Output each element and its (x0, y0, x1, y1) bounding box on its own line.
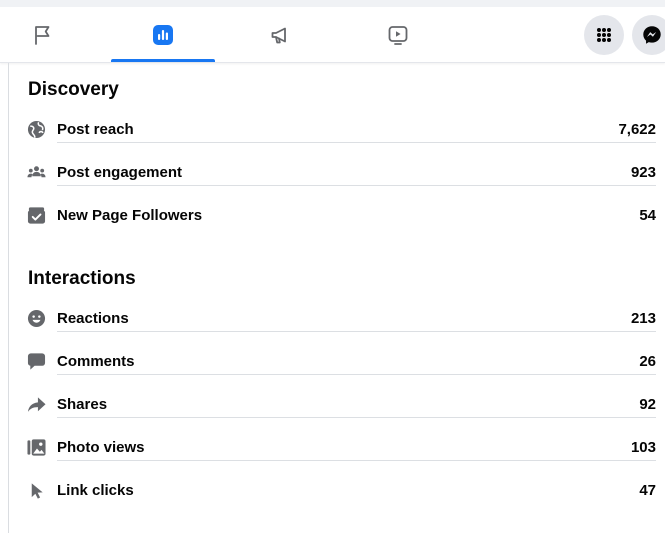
tab-ads[interactable] (229, 7, 333, 62)
row-label: Comments (57, 353, 135, 370)
interactions-title: Interactions (28, 268, 136, 289)
divider (57, 374, 656, 375)
flag-icon (35, 25, 50, 45)
divider (57, 185, 656, 186)
row-label: Reactions (57, 310, 129, 327)
share-arrow-icon (26, 394, 46, 414)
menu-button[interactable] (584, 15, 624, 55)
row-value: 7,622 (618, 121, 656, 138)
row-comments[interactable]: Comments 26 (26, 342, 656, 385)
grid-menu-icon (597, 28, 611, 42)
row-post-reach[interactable]: Post reach 7,622 (26, 110, 656, 153)
row-label: Post engagement (57, 164, 183, 181)
tab-video[interactable] (346, 7, 450, 62)
bar-chart-icon (153, 24, 173, 45)
divider (57, 331, 656, 332)
row-reactions[interactable]: Reactions 213 (26, 299, 656, 342)
row-label: Link clicks (57, 482, 134, 499)
messenger-button[interactable] (632, 15, 665, 55)
row-shares[interactable]: Shares 92 (26, 385, 656, 428)
row-label: Photo views (57, 439, 145, 456)
tab-insights[interactable] (111, 7, 215, 62)
row-value: 26 (639, 353, 656, 370)
row-label: Shares (57, 396, 108, 413)
photo-icon (26, 437, 46, 457)
row-photo-views[interactable]: Photo views 103 (26, 428, 656, 471)
top-navigation-bar (0, 0, 665, 63)
discovery-title: Discovery (28, 79, 119, 100)
divider (57, 460, 656, 461)
tab-flag[interactable] (0, 7, 94, 62)
megaphone-icon (271, 27, 286, 43)
row-label: New Page Followers (57, 207, 203, 224)
row-link-clicks[interactable]: Link clicks 47 (26, 471, 656, 514)
people-icon (26, 162, 46, 182)
row-value: 54 (639, 207, 656, 224)
row-label: Post reach (57, 121, 134, 138)
divider (57, 417, 656, 418)
cursor-icon (26, 480, 46, 500)
row-value: 923 (630, 164, 656, 181)
insights-panel: Discovery Post reach 7,622 Post engageme… (8, 63, 665, 533)
row-post-engagement[interactable]: Post engagement 923 (26, 153, 656, 196)
row-value: 103 (630, 439, 656, 456)
globe-icon (26, 119, 46, 139)
follow-check-icon (26, 205, 46, 225)
row-value: 92 (639, 396, 656, 413)
row-value: 213 (630, 310, 656, 327)
row-value: 47 (639, 482, 656, 499)
messenger-icon (643, 26, 661, 44)
video-play-icon (388, 25, 408, 45)
smiley-icon (26, 308, 46, 328)
divider (57, 142, 656, 143)
row-new-page-followers[interactable]: New Page Followers 54 (26, 196, 656, 239)
comment-bubble-icon (26, 351, 46, 371)
